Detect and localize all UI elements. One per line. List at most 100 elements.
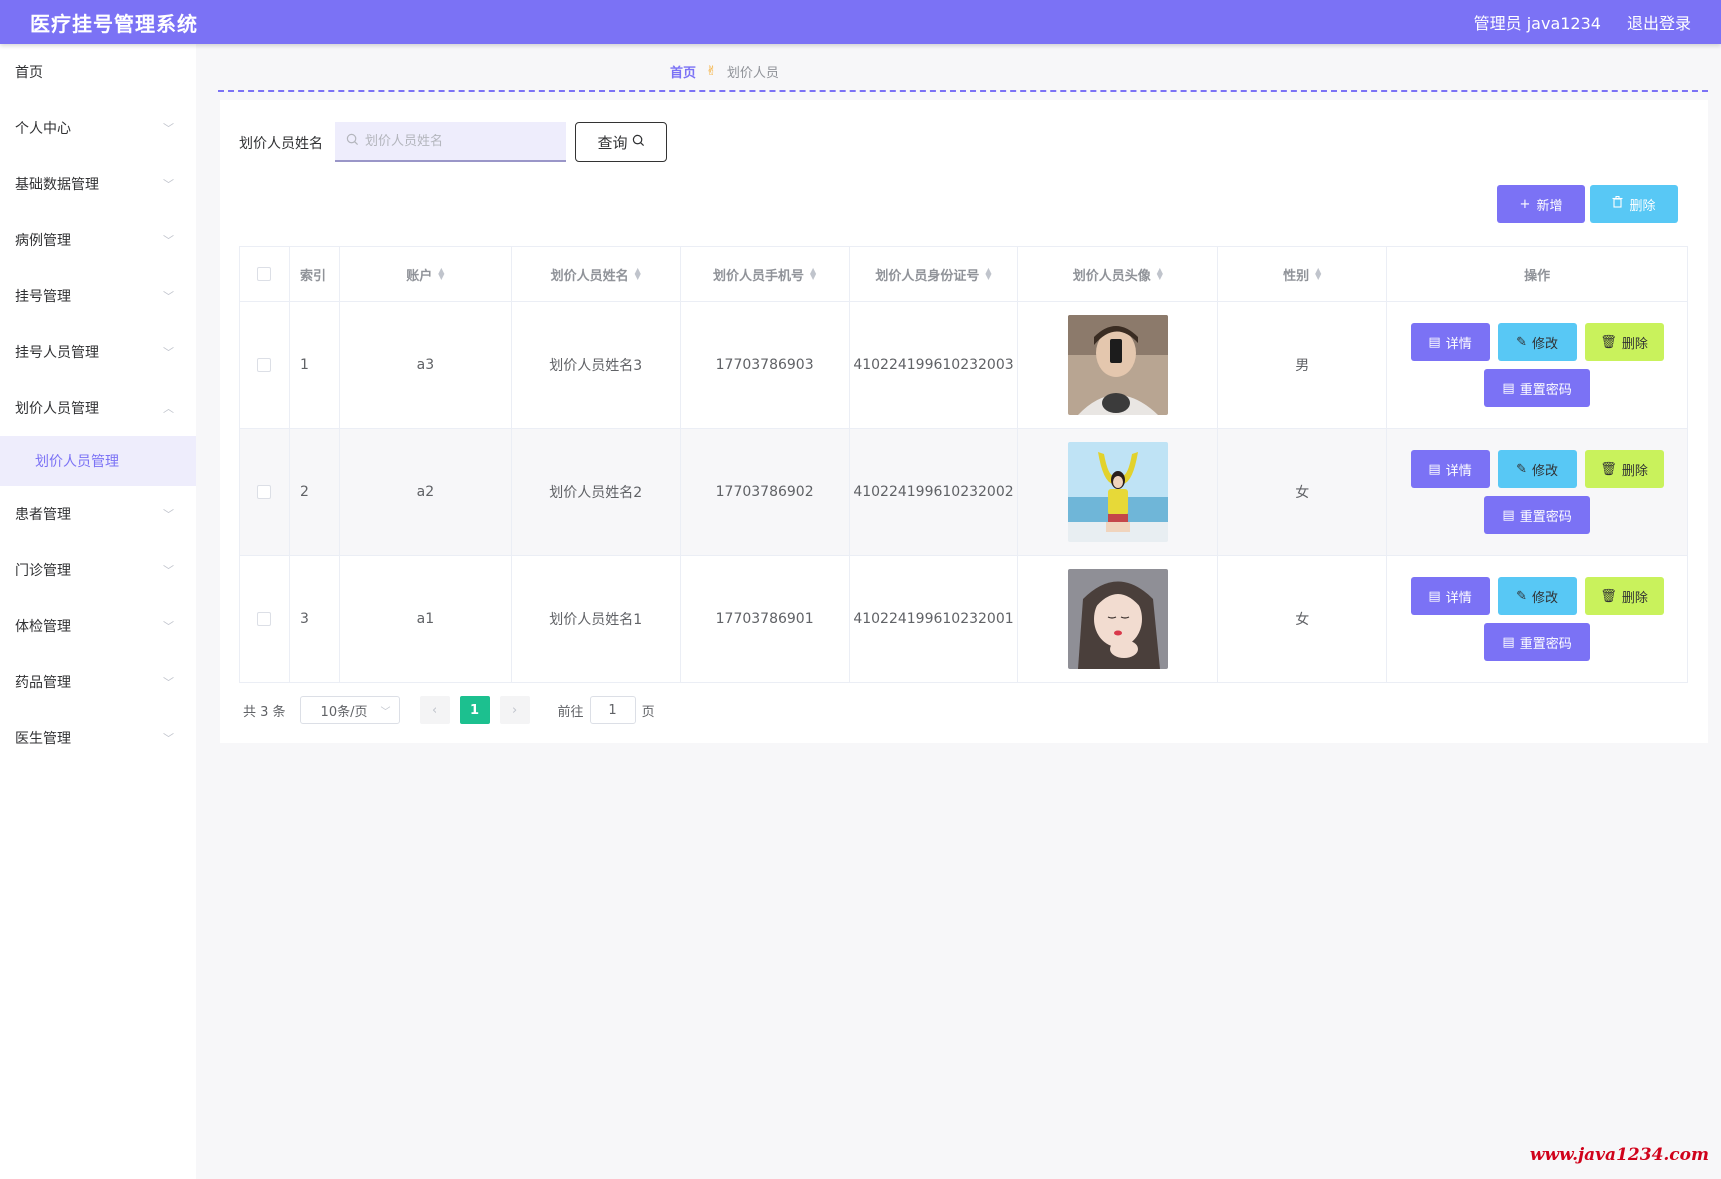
cell-id-number: 410224199610232001 [850, 556, 1019, 682]
edit-button[interactable]: ✎ 修改 [1497, 450, 1577, 488]
sort-icon[interactable]: ▲ ▼ [438, 267, 444, 281]
column-header-name[interactable]: 划价人员姓名 ▲ ▼ [512, 247, 681, 301]
batch-delete-button[interactable]: 删除 [1590, 185, 1678, 223]
chevron-down-icon: ﹀ [163, 564, 174, 577]
sidebar-item-home[interactable]: 首页 [0, 44, 196, 100]
chevron-left-icon: ‹ [431, 702, 438, 718]
sidebar-subitem-pricer-manage[interactable]: 划价人员管理 [0, 436, 196, 486]
reset-password-label: 重置密码 [1519, 382, 1572, 398]
sidebar-item-doctor[interactable]: 医生管理 ﹀ [0, 710, 196, 766]
search-input[interactable] [365, 133, 555, 149]
cell-actions: ▤ 详情 ✎ 修改 🗑 删除 ▤ 重置密码 [1387, 556, 1688, 682]
row-checkbox[interactable] [257, 612, 272, 626]
cell-id-number: 410224199610232002 [850, 429, 1019, 555]
column-header-phone[interactable]: 划价人员手机号 ▲ ▼ [681, 247, 850, 301]
trash-icon: 🗑 [1600, 461, 1617, 477]
sidebar-item-basic-data[interactable]: 基础数据管理 ﹀ [0, 156, 196, 212]
row-checkbox[interactable] [257, 485, 272, 499]
logout-link[interactable]: 退出登录 [1627, 10, 1691, 34]
pencil-icon: ✎ [1516, 588, 1527, 604]
sidebar-item-pricer[interactable]: 划价人员管理 ︿ [0, 380, 196, 436]
column-header-label: 划价人员手机号 [713, 268, 805, 284]
sort-icon[interactable]: ▲ ▼ [635, 267, 641, 281]
query-button[interactable]: 查询 [575, 122, 667, 162]
sidebar-item-medicine[interactable]: 药品管理 ﹀ [0, 654, 196, 710]
add-button[interactable]: + 新增 [1497, 185, 1585, 223]
column-header-id-number[interactable]: 划价人员身份证号 ▲ ▼ [850, 247, 1019, 301]
sidebar-item-patient[interactable]: 患者管理 ﹀ [0, 486, 196, 542]
cell-account: a1 [340, 556, 512, 682]
select-all-checkbox[interactable] [257, 267, 272, 281]
pencil-icon: ✎ [1516, 461, 1527, 477]
sidebar-item-personal-center[interactable]: 个人中心 ﹀ [0, 100, 196, 156]
delete-button[interactable]: 🗑 删除 [1584, 577, 1664, 615]
table-header: 索引 账户 ▲ ▼ 划价人员姓名 ▲ ▼ 划价人员手机号 ▲ ▼ 划价人员身份证号 ▲ ▼ 划价… [240, 247, 1688, 302]
sidebar-item-label: 患者管理 [15, 507, 71, 523]
reset-password-button[interactable]: ▤ 重置密码 [1484, 496, 1591, 534]
sidebar-item-registration[interactable]: 挂号管理 ﹀ [0, 268, 196, 324]
edit-button[interactable]: ✎ 修改 [1497, 577, 1577, 615]
cell-account: a2 [340, 429, 512, 555]
sort-icon[interactable]: ▲ ▼ [1315, 267, 1321, 281]
sidebar-item-registrar[interactable]: 挂号人员管理 ﹀ [0, 324, 196, 380]
next-page-button[interactable]: › [499, 696, 530, 724]
detail-button[interactable]: ▤ 详情 [1410, 450, 1490, 488]
avatar[interactable] [1067, 315, 1168, 415]
pencil-icon: ✎ [1516, 334, 1527, 350]
cell-index: 3 [290, 556, 340, 682]
column-header-avatar[interactable]: 划价人员头像 ▲ ▼ [1018, 247, 1219, 301]
row-checkbox[interactable] [257, 358, 272, 372]
chevron-down-icon: ﹀ [163, 290, 174, 303]
goto-page-input[interactable] [589, 696, 636, 724]
sort-icon[interactable]: ▲ ▼ [985, 267, 991, 281]
chevron-down-icon: ﹀ [163, 346, 174, 359]
column-header-account[interactable]: 账户 ▲ ▼ [340, 247, 512, 301]
divider [218, 90, 1708, 92]
reset-password-label: 重置密码 [1519, 636, 1572, 652]
pagination-total: 共 3 条 [243, 704, 286, 720]
delete-button[interactable]: 🗑 删除 [1584, 450, 1664, 488]
sidebar-item-checkup[interactable]: 体检管理 ﹀ [0, 598, 196, 654]
edit-label: 修改 [1532, 463, 1559, 479]
cell-name: 划价人员姓名2 [512, 429, 681, 555]
chevron-right-icon: › [511, 702, 518, 718]
column-header-gender[interactable]: 性别 ▲ ▼ [1218, 247, 1388, 301]
sidebar-item-label: 划价人员管理 [15, 401, 99, 417]
delete-label: 删除 [1621, 463, 1648, 479]
column-header-label: 划价人员姓名 [550, 268, 629, 284]
detail-button[interactable]: ▤ 详情 [1410, 323, 1490, 361]
cell-phone: 17703786903 [681, 302, 850, 428]
avatar[interactable] [1067, 569, 1168, 669]
sort-icon[interactable]: ▲ ▼ [1157, 267, 1163, 281]
chevron-down-icon: ﹀ [380, 706, 391, 718]
chevron-up-icon: ︿ [163, 402, 174, 415]
chevron-down-icon: ﹀ [163, 508, 174, 521]
sidebar-item-case[interactable]: 病例管理 ﹀ [0, 212, 196, 268]
avatar[interactable] [1067, 442, 1168, 542]
page-number-current[interactable]: 1 [459, 696, 490, 724]
breadcrumb-home[interactable]: 首页 [670, 62, 696, 81]
header-right: 管理员 java1234 退出登录 [1474, 10, 1691, 34]
edit-button[interactable]: ✎ 修改 [1497, 323, 1577, 361]
sidebar-item-label: 个人中心 [15, 121, 71, 137]
document-icon: ▤ [1428, 588, 1441, 604]
page-size-select[interactable]: 10条/页 ﹀ [299, 696, 400, 724]
reset-password-button[interactable]: ▤ 重置密码 [1484, 369, 1591, 407]
breadcrumb-current: 划价人员 [726, 66, 779, 81]
reset-password-button[interactable]: ▤ 重置密码 [1484, 623, 1591, 661]
delete-button[interactable]: 🗑 删除 [1584, 323, 1664, 361]
app-title: 医疗挂号管理系统 [30, 11, 198, 36]
query-button-label: 查询 [597, 133, 628, 152]
sidebar-item-clinic[interactable]: 门诊管理 ﹀ [0, 542, 196, 598]
hand-icon: ✌ [706, 64, 717, 79]
prev-page-button[interactable]: ‹ [419, 696, 450, 724]
column-header-label: 划价人员头像 [1072, 268, 1151, 284]
chevron-down-icon: ﹀ [163, 620, 174, 633]
detail-button[interactable]: ▤ 详情 [1410, 577, 1490, 615]
sort-icon[interactable]: ▲ ▼ [810, 267, 816, 281]
cell-index: 1 [290, 302, 340, 428]
document-icon: ▤ [1428, 461, 1441, 477]
cell-phone: 17703786901 [681, 556, 850, 682]
cell-account: a3 [340, 302, 512, 428]
content-panel: 划价人员姓名 查询 + 新增 删除 索引 账户 ▲▼ 划价人员姓名 ▲▼ 划价人员手… [220, 100, 1708, 743]
